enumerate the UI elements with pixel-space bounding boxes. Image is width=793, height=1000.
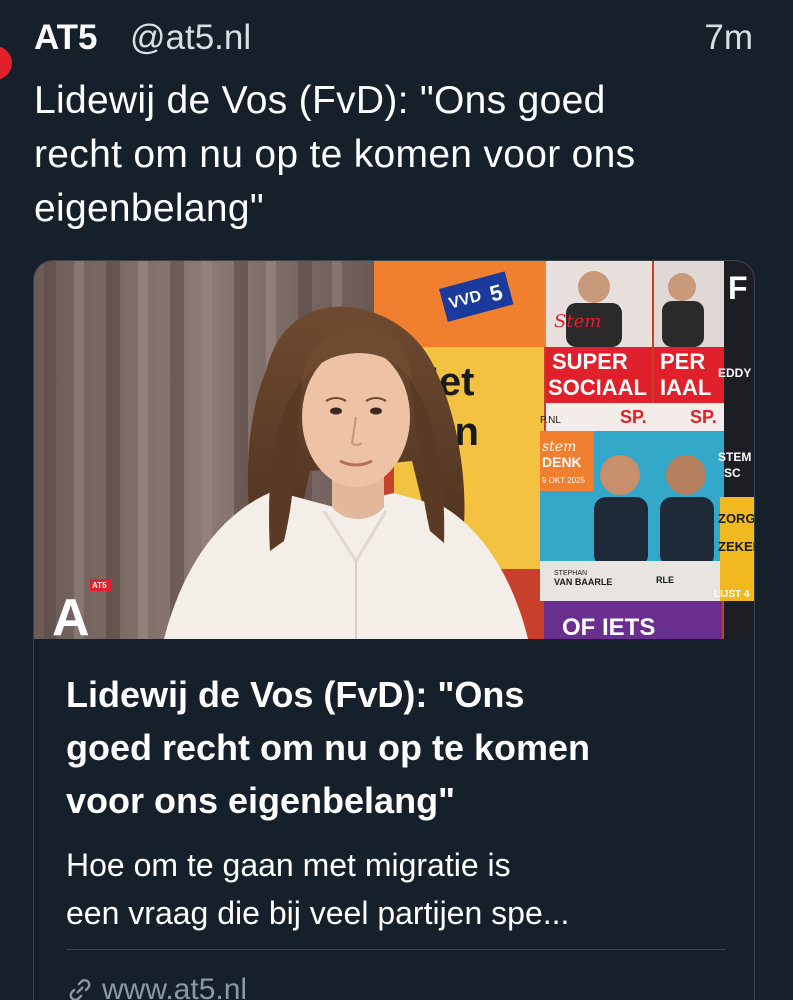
author-handle[interactable]: @at5.nl: [130, 18, 251, 58]
poster-stem-denk: stem: [542, 439, 576, 455]
link-icon: [66, 976, 94, 1000]
card-description-line: Hoe om te gaan met migratie is: [66, 847, 511, 883]
at5-logo-letter: A: [52, 589, 90, 639]
tweet-text-line: Lidewij de Vos (FvD): "Ons goed: [34, 79, 606, 122]
link-preview-card[interactable]: VVD 5 Het kan Stem SUPER SOCIAAL PER IAA…: [33, 260, 755, 1000]
card-description-line: een vraag die bij veel partijen spe...: [66, 895, 570, 931]
card-divider: [66, 949, 726, 950]
card-domain-text: www.at5.nl: [102, 973, 248, 1000]
poster-iaal: IAAL: [660, 375, 711, 400]
poster-rle: RLE: [656, 575, 674, 585]
poster-zeker: ZEKER: [718, 539, 755, 554]
poster-stephan: STEPHAN: [554, 570, 587, 577]
card-image[interactable]: VVD 5 Het kan Stem SUPER SOCIAAL PER IAA…: [34, 261, 755, 639]
poster-stem-sc: STEM: [718, 450, 751, 464]
author-name[interactable]: AT5: [34, 18, 98, 58]
poster-per: PER: [660, 349, 705, 374]
poster-bottom: OF IETS: [562, 614, 655, 639]
poster-stem: Stem: [554, 311, 601, 332]
poster-sp-2: SP.: [690, 407, 717, 427]
card-title-line: Lidewij de Vos (FvD): "Ons: [66, 674, 525, 715]
tweet-text-line: recht om nu op te komen voor ons: [34, 133, 636, 176]
poster-sc: SC: [724, 466, 741, 480]
tweet-text-line: eigenbelang": [34, 187, 264, 230]
card-description: Hoe om te gaan met migratie is een vraag…: [66, 841, 736, 937]
tweet-text: Lidewij de Vos (FvD): "Ons goed recht om…: [34, 74, 774, 236]
avatar[interactable]: [0, 46, 12, 80]
poster-van-baarle: VAN BAARLE: [554, 577, 612, 587]
poster-super: SUPER: [552, 349, 628, 374]
card-title[interactable]: Lidewij de Vos (FvD): "Ons goed recht om…: [66, 668, 736, 827]
poster-zorg: ZORGE: [718, 511, 755, 526]
at5-logo-badge: AT5: [92, 581, 107, 590]
poster-lijst4: LIJST 4: [714, 589, 750, 600]
poster-eddy: EDDY V: [718, 366, 755, 380]
card-domain-link[interactable]: www.at5.nl: [66, 973, 247, 1000]
card-title-line: voor ons eigenbelang": [66, 780, 456, 821]
poster-sociaal: SOCIAAL: [548, 375, 647, 400]
poster-denk: DENK: [542, 454, 582, 470]
tweet-timestamp[interactable]: 7m: [704, 18, 753, 58]
poster-denk-date: 9 OKT 2025: [542, 476, 586, 485]
poster-f: F: [728, 270, 748, 306]
poster-sp: SP.: [620, 407, 647, 427]
tweet-header: AT5 @at5.nl 7m: [34, 18, 753, 62]
poster-pnl: P.NL: [540, 415, 561, 426]
card-title-line: goed recht om nu op te komen: [66, 727, 591, 768]
